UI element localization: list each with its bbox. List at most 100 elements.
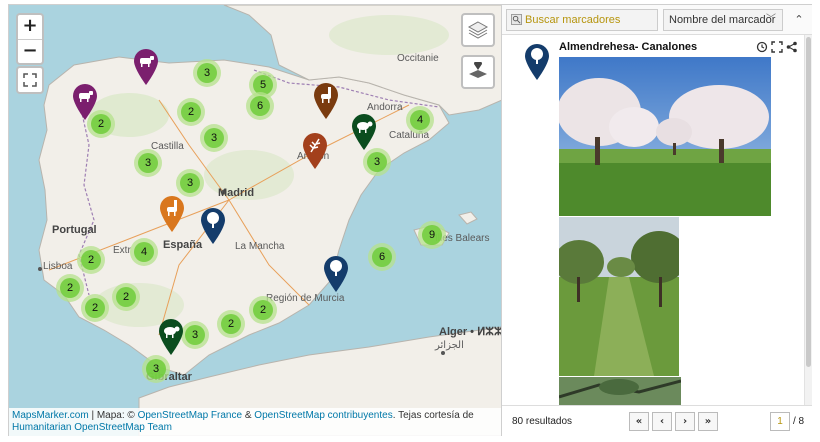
- next-page-button[interactable]: ›: [675, 412, 695, 431]
- map-layers-icon: [469, 62, 487, 78]
- osm-contributors-link[interactable]: OpenStreetMap contribuyentes: [254, 410, 392, 421]
- fullscreen-button[interactable]: [16, 66, 44, 94]
- marker-cluster[interactable]: 6: [246, 92, 274, 120]
- map-label-murcia: Región de Murcia: [266, 293, 345, 304]
- map-label-madrid: Madrid: [218, 187, 255, 199]
- prev-page-button[interactable]: ‹: [652, 412, 672, 431]
- cluster-count: 2: [81, 250, 101, 270]
- page-number-input[interactable]: 1: [770, 412, 790, 431]
- fullscreen-icon: [23, 73, 37, 87]
- cluster-count: 3: [367, 152, 387, 172]
- marker-cluster[interactable]: 2: [112, 283, 140, 311]
- zoom-control: + −: [16, 13, 44, 65]
- tree-branch-photo: [559, 377, 681, 405]
- llama-marker[interactable]: [313, 82, 339, 120]
- marker-cluster[interactable]: 3: [134, 149, 162, 177]
- osm-france-link[interactable]: OpenStreetMap France: [138, 410, 243, 421]
- list-item[interactable]: Almendrehesa- Canalones: [502, 35, 804, 405]
- sort-select[interactable]: Nombre del marcador ﹀: [663, 9, 783, 31]
- cluster-count: 4: [134, 242, 154, 262]
- list-footer: 80 resultados « ‹ › » 1 / 8: [502, 405, 812, 436]
- cluster-count: 2: [85, 298, 105, 318]
- history-icon[interactable]: [756, 40, 768, 53]
- marker-cluster[interactable]: 3: [181, 321, 209, 349]
- zoom-in-button[interactable]: +: [18, 15, 42, 39]
- cow-marker[interactable]: [133, 48, 159, 86]
- list-scrollbar[interactable]: [804, 35, 812, 405]
- marker-list-panel: Buscar marcadores Nombre del marcador ﹀ …: [502, 5, 812, 436]
- cluster-count: 6: [250, 96, 270, 116]
- tree-marker[interactable]: [323, 255, 349, 293]
- list-toolbar: Buscar marcadores Nombre del marcador ﹀ …: [502, 5, 812, 35]
- tree-marker[interactable]: [524, 43, 550, 81]
- maps-marker-widget: Madrid España Portugal Lisboa Andorra Ca…: [8, 4, 812, 436]
- map-label-occitanie: Occitanie: [397, 53, 439, 64]
- marker-cluster[interactable]: 4: [130, 238, 158, 266]
- zoom-out-button[interactable]: −: [18, 39, 42, 63]
- cluster-count: 9: [422, 225, 442, 245]
- attribution-text: . Tejas cortesía de: [392, 410, 474, 421]
- sheep-marker[interactable]: [351, 113, 377, 151]
- search-input[interactable]: Buscar marcadores: [506, 9, 658, 31]
- wheat-marker[interactable]: [302, 132, 328, 170]
- tree-marker[interactable]: [200, 207, 226, 245]
- cluster-count: 3: [146, 359, 166, 379]
- cow-marker[interactable]: [72, 83, 98, 121]
- orchard-path-photo: [559, 217, 679, 376]
- marker-cluster[interactable]: 2: [77, 246, 105, 274]
- page-total: / 8: [793, 416, 805, 427]
- results-count: 80 resultados: [512, 416, 573, 427]
- collapse-button[interactable]: ⌃: [791, 12, 807, 28]
- cluster-count: 3: [180, 173, 200, 193]
- cluster-count: 4: [410, 110, 430, 130]
- marker-cluster[interactable]: 4: [406, 106, 434, 134]
- first-page-button[interactable]: «: [629, 412, 649, 431]
- map-view[interactable]: Madrid España Portugal Lisboa Andorra Ca…: [9, 5, 502, 436]
- last-page-button[interactable]: »: [698, 412, 718, 431]
- overlay-layers-button[interactable]: [461, 55, 495, 89]
- layers-icon: [467, 21, 489, 39]
- cluster-count: 2: [116, 287, 136, 307]
- llama-marker[interactable]: [159, 195, 185, 233]
- almond-blossom-photo: [559, 57, 771, 216]
- marker-cluster[interactable]: 2: [56, 274, 84, 302]
- chevron-down-icon: ﹀: [766, 14, 776, 25]
- map-label-andorra: Andorra: [367, 102, 403, 113]
- marker-cluster[interactable]: 3: [363, 148, 391, 176]
- marker-cluster[interactable]: 3: [200, 124, 228, 152]
- search-icon: [511, 14, 522, 25]
- share-icon[interactable]: [786, 40, 798, 53]
- marker-cluster[interactable]: 2: [81, 294, 109, 322]
- scrollbar-thumb[interactable]: [806, 37, 811, 367]
- cluster-count: 3: [204, 128, 224, 148]
- cluster-count: 3: [138, 153, 158, 173]
- mapsmarker-link[interactable]: MapsMarker.com: [12, 410, 89, 421]
- marker-title[interactable]: Almendrehesa- Canalones: [559, 41, 697, 53]
- hot-link[interactable]: Humanitarian OpenStreetMap Team: [12, 422, 172, 433]
- sort-label: Nombre del marcador: [669, 14, 776, 26]
- marker-cluster[interactable]: 2: [177, 98, 205, 126]
- map-attribution: MapsMarker.com | Mapa: © OpenStreetMap F…: [9, 408, 501, 436]
- expand-icon[interactable]: [771, 40, 783, 53]
- cluster-count: 3: [197, 63, 217, 83]
- marker-cluster[interactable]: 9: [418, 221, 446, 249]
- item-actions: [756, 40, 798, 53]
- marker-cluster[interactable]: 6: [368, 243, 396, 271]
- cluster-count: 2: [60, 278, 80, 298]
- marker-cluster[interactable]: 3: [142, 355, 170, 383]
- marker-cluster[interactable]: 2: [249, 296, 277, 324]
- marker-cluster[interactable]: 3: [193, 59, 221, 87]
- marker-cluster[interactable]: 3: [176, 169, 204, 197]
- layers-button[interactable]: [461, 13, 495, 47]
- search-placeholder: Buscar marcadores: [525, 14, 621, 26]
- map-label-castilla: Castilla: [151, 141, 184, 152]
- map-label-alger-ar: الجزائر: [435, 340, 464, 351]
- map-label-alger: Alger • ⵍⵣⵣ: [439, 326, 502, 338]
- cluster-count: 2: [181, 102, 201, 122]
- cluster-count: 2: [253, 300, 273, 320]
- map-label-extremadura: Extr: [113, 245, 131, 256]
- marker-cluster[interactable]: 2: [217, 310, 245, 338]
- sheep-marker[interactable]: [158, 318, 184, 356]
- map-label-la-mancha: La Mancha: [235, 241, 285, 252]
- map-label-lisboa: Lisboa: [43, 261, 73, 272]
